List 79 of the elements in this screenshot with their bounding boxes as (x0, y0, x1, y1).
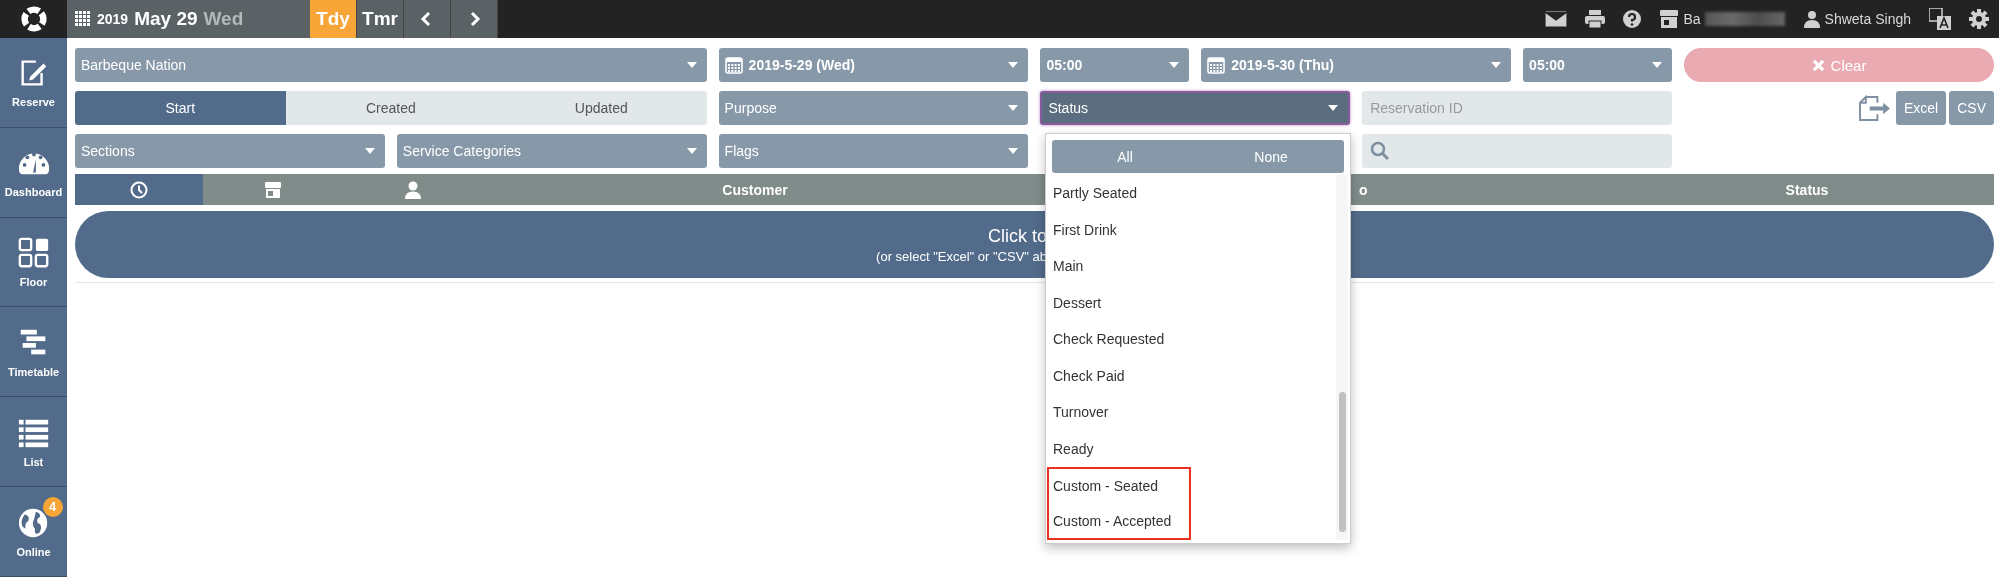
menu-action[interactable]: All (1052, 140, 1198, 173)
user-icon (1802, 10, 1821, 28)
status-option[interactable]: Custom - Seated (1049, 469, 1189, 504)
scrollbar[interactable] (1336, 175, 1348, 540)
status-option[interactable]: Dessert (1049, 284, 1336, 321)
status-option[interactable]: Turnover (1049, 394, 1336, 431)
mail-icon[interactable] (1545, 11, 1568, 27)
sidebar-item[interactable]: Timetable (0, 307, 67, 398)
status-option[interactable]: Ready (1049, 430, 1336, 467)
help-icon[interactable] (1623, 10, 1642, 28)
close-icon (1811, 58, 1825, 72)
date-mode-tab[interactable]: Created (285, 91, 497, 125)
column-header[interactable]: o (1359, 181, 1368, 198)
caret-icon (364, 148, 375, 154)
caret-icon (1008, 105, 1019, 111)
status-option[interactable]: First Drink (1049, 211, 1336, 248)
caret-icon (1491, 62, 1502, 68)
status-option[interactable]: Check Paid (1049, 357, 1336, 394)
column-header-cell[interactable] (75, 174, 203, 205)
sections-select[interactable]: Sections (75, 134, 385, 168)
sidebar-label: Online (16, 545, 51, 558)
sidebar-label: List (23, 455, 44, 468)
time-select[interactable]: 05:00 (1040, 48, 1190, 82)
store-icon (1659, 10, 1680, 28)
caret-icon (686, 148, 697, 154)
search-field[interactable] (1362, 134, 1672, 168)
date-label: May 29 (134, 8, 198, 30)
status-option[interactable]: Partly Seated (1049, 175, 1336, 212)
sidebar-label: Timetable (7, 365, 60, 378)
date-mode-tab[interactable]: Start (75, 91, 286, 125)
date-mode-tab[interactable]: Updated (496, 91, 707, 125)
export-button[interactable]: Excel (1895, 91, 1947, 125)
caret-icon (1008, 148, 1019, 154)
menu-action[interactable]: None (1198, 140, 1344, 173)
user-name[interactable]: Shweta Singh (1824, 11, 1911, 27)
sidebar-item[interactable]: Reserve (0, 38, 67, 128)
column-header[interactable]: Customer (722, 181, 788, 198)
logo-icon (19, 5, 48, 33)
caret-icon (686, 62, 697, 68)
time-select[interactable]: 05:00 (1523, 48, 1672, 82)
print-icon[interactable] (1585, 10, 1606, 28)
year-label: 2019 (97, 11, 129, 27)
sidebar-item[interactable]: Floor (0, 217, 67, 308)
caret-icon (1008, 62, 1019, 68)
caret-icon (1169, 62, 1180, 68)
service-categories-select[interactable]: Service Categories (396, 134, 707, 168)
store-icon[interactable] (264, 180, 282, 199)
calendar-grid-icon (75, 11, 91, 27)
weekday-label: Wed (203, 8, 244, 30)
export-button[interactable]: CSV (1949, 91, 1994, 125)
store-name[interactable]: Ba (1683, 11, 1701, 27)
reservation-id-field[interactable]: Reservation ID (1362, 91, 1672, 125)
sidebar-label: Dashboard (4, 186, 63, 199)
status-select[interactable]: Status (1040, 91, 1351, 125)
clock-icon[interactable] (130, 180, 148, 199)
translate-icon[interactable] (1929, 8, 1951, 30)
count-badge: 4 (42, 496, 63, 517)
export-icon[interactable] (1857, 94, 1891, 122)
venue-select[interactable]: Barbeque Nation (75, 48, 707, 82)
sidebar-item[interactable]: 4 Online (0, 487, 67, 577)
date-select[interactable]: 2019-5-29 (Wed) (718, 48, 1029, 82)
caret-icon (1652, 62, 1662, 68)
person-icon[interactable] (404, 180, 422, 199)
sidebar-label: Reserve (12, 96, 55, 109)
column-header[interactable]: Status (1785, 181, 1829, 198)
status-option[interactable]: Check Requested (1049, 321, 1336, 358)
day-button[interactable]: Tmr (357, 0, 404, 38)
status-option[interactable]: Custom - Accepted (1049, 503, 1189, 538)
calendar-icon (1207, 56, 1226, 74)
settings-icon[interactable] (1969, 9, 1989, 29)
sidebar-label: Floor (19, 276, 48, 289)
calendar-icon (724, 56, 743, 74)
sidebar-item[interactable]: List (0, 397, 67, 488)
date-select[interactable]: 2019-5-30 (Thu) (1201, 48, 1512, 82)
caret-icon (1328, 105, 1339, 111)
search-icon (1370, 141, 1391, 161)
flags-select[interactable]: Flags (718, 134, 1029, 168)
sidebar-item[interactable]: Dashboard (0, 127, 67, 218)
purpose-select[interactable]: Purpose (718, 91, 1029, 125)
